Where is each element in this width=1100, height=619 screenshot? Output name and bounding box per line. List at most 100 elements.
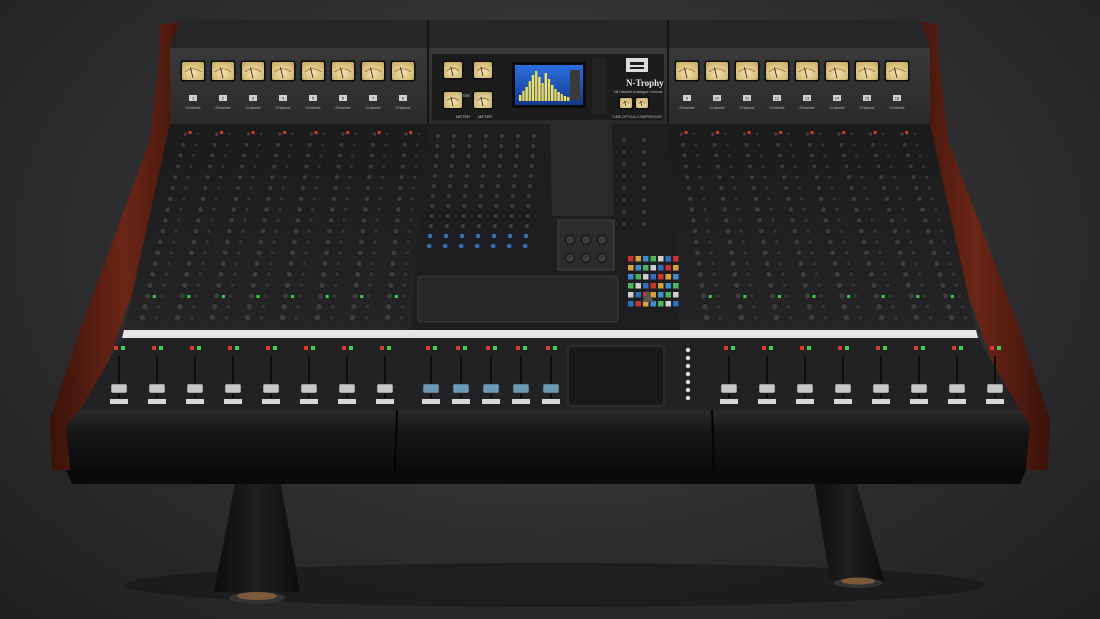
- fader-cap[interactable]: [758, 383, 776, 394]
- rotary-knob[interactable]: [212, 142, 218, 148]
- select-button[interactable]: [685, 387, 691, 393]
- rotary-knob[interactable]: [351, 292, 359, 300]
- rotary-knob[interactable]: [414, 153, 419, 158]
- rotary-knob[interactable]: [267, 260, 274, 267]
- rotary-knob[interactable]: [851, 195, 857, 202]
- rotary-knob[interactable]: [822, 217, 829, 224]
- rotary-knob[interactable]: [836, 281, 843, 289]
- rotary-knob[interactable]: [141, 303, 149, 311]
- rotary-knob[interactable]: [415, 142, 420, 148]
- rotary-knob[interactable]: [822, 314, 829, 321]
- master-knob[interactable]: [431, 183, 437, 189]
- rotary-knob[interactable]: [402, 142, 408, 148]
- master-knob[interactable]: [641, 137, 647, 143]
- rotary-knob[interactable]: [162, 217, 169, 224]
- rotary-knob[interactable]: [393, 228, 400, 235]
- rotary-knob[interactable]: [331, 195, 337, 202]
- rotary-knob[interactable]: [178, 206, 184, 213]
- rotary-knob[interactable]: [843, 163, 850, 170]
- monitor-button[interactable]: [635, 292, 642, 298]
- rotary-knob[interactable]: [172, 174, 179, 180]
- rotary-knob[interactable]: [736, 217, 743, 224]
- rotary-knob[interactable]: [947, 260, 954, 267]
- rotary-knob[interactable]: [847, 271, 854, 278]
- rotary-knob[interactable]: [910, 174, 917, 180]
- rotary-knob[interactable]: [411, 185, 417, 191]
- master-knob[interactable]: [511, 173, 518, 179]
- rotary-knob[interactable]: [176, 303, 184, 311]
- rotary-knob[interactable]: [374, 217, 381, 224]
- rotary-knob[interactable]: [696, 163, 702, 169]
- rotary-knob[interactable]: [690, 217, 697, 224]
- master-knob[interactable]: [621, 221, 627, 227]
- rotary-knob[interactable]: [190, 238, 197, 246]
- master-knob[interactable]: [491, 233, 497, 239]
- rotary-knob[interactable]: [334, 174, 340, 180]
- rotary-knob[interactable]: [223, 314, 230, 321]
- rotary-knob[interactable]: [170, 239, 177, 245]
- monitor-button[interactable]: [650, 283, 657, 289]
- rotary-knob[interactable]: [849, 131, 854, 137]
- rotary-knob[interactable]: [344, 196, 350, 202]
- rotary-knob[interactable]: [860, 238, 868, 246]
- rotary-knob[interactable]: [160, 282, 167, 289]
- rotary-knob[interactable]: [899, 206, 906, 213]
- master-knob[interactable]: [514, 143, 521, 149]
- rotary-knob[interactable]: [230, 206, 237, 213]
- rotary-knob[interactable]: [791, 228, 798, 235]
- master-knob[interactable]: [527, 183, 533, 189]
- rotary-knob[interactable]: [260, 303, 267, 310]
- master-knob[interactable]: [641, 197, 647, 203]
- master-knob[interactable]: [428, 213, 435, 219]
- rotary-knob[interactable]: [299, 271, 306, 278]
- monitor-button[interactable]: [665, 265, 672, 271]
- rotary-knob[interactable]: [308, 217, 314, 224]
- master-knob[interactable]: [433, 153, 440, 159]
- rotary-knob[interactable]: [892, 314, 899, 321]
- rotary-knob[interactable]: [228, 217, 235, 224]
- master-knob[interactable]: [641, 209, 647, 215]
- rotary-knob[interactable]: [913, 260, 920, 267]
- rotary-knob[interactable]: [697, 174, 703, 180]
- master-knob[interactable]: [444, 213, 451, 219]
- rotary-knob[interactable]: [817, 131, 823, 137]
- rotary-knob[interactable]: [715, 303, 723, 310]
- master-knob[interactable]: [459, 233, 465, 239]
- master-knob[interactable]: [492, 213, 499, 219]
- master-knob[interactable]: [447, 173, 454, 179]
- fader-cap[interactable]: [834, 383, 852, 394]
- rotary-knob[interactable]: [939, 281, 947, 289]
- rotary-knob[interactable]: [167, 195, 174, 202]
- rotary-knob[interactable]: [211, 303, 219, 311]
- rotary-knob[interactable]: [309, 131, 314, 137]
- rotary-knob[interactable]: [706, 239, 713, 245]
- rotary-knob[interactable]: [332, 282, 339, 289]
- rotary-knob[interactable]: [863, 249, 870, 256]
- select-button[interactable]: [685, 379, 691, 385]
- rotary-knob[interactable]: [763, 260, 771, 267]
- master-knob[interactable]: [506, 243, 513, 249]
- monitor-button[interactable]: [628, 283, 634, 289]
- rotary-knob[interactable]: [293, 314, 300, 321]
- rotary-knob[interactable]: [684, 174, 691, 180]
- rotary-knob[interactable]: [311, 196, 317, 202]
- master-knob[interactable]: [475, 223, 482, 229]
- rotary-knob[interactable]: [267, 185, 274, 191]
- rotary-knob[interactable]: [905, 153, 911, 159]
- rotary-knob[interactable]: [734, 292, 742, 300]
- master-knob[interactable]: [529, 153, 536, 159]
- monitor-button[interactable]: [643, 274, 649, 280]
- rotary-knob[interactable]: [834, 271, 841, 278]
- fader-cap[interactable]: [148, 383, 166, 394]
- rotary-knob[interactable]: [224, 238, 231, 246]
- rotary-knob[interactable]: [323, 249, 330, 256]
- rotary-knob[interactable]: [271, 239, 278, 245]
- rotary-knob[interactable]: [316, 163, 322, 169]
- monitor-button[interactable]: [665, 274, 672, 280]
- rotary-knob[interactable]: [265, 271, 272, 278]
- rotary-knob[interactable]: [907, 292, 915, 300]
- rotary-knob[interactable]: [277, 131, 283, 137]
- rotary-knob[interactable]: [945, 303, 953, 311]
- rotary-knob[interactable]: [214, 131, 220, 137]
- rotary-knob[interactable]: [709, 260, 716, 267]
